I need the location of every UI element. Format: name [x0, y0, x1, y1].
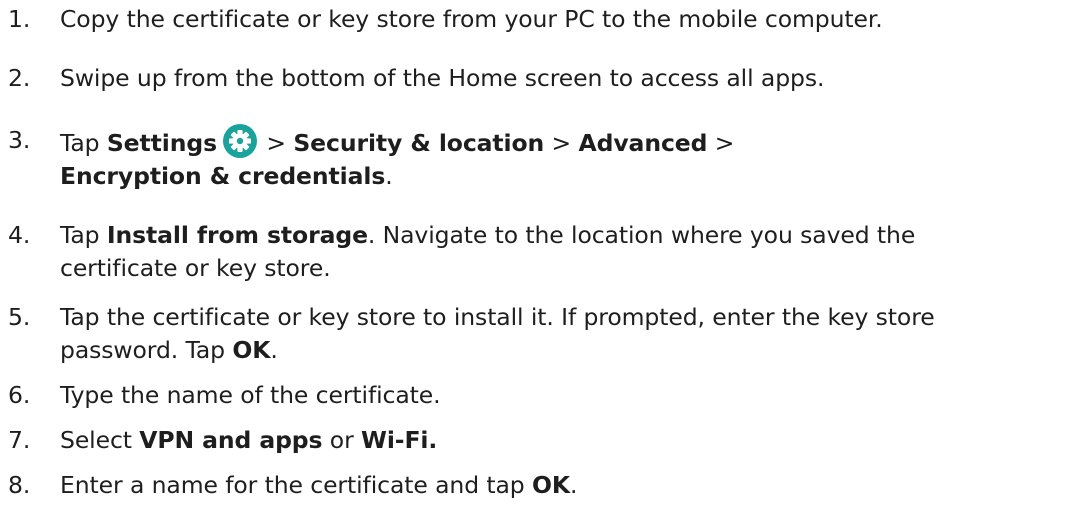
step-text: Enter a name for the certificate and tap [60, 471, 532, 499]
advanced-label: Advanced [578, 129, 708, 157]
step-body: Tap Install from storage. Navigate to th… [60, 219, 915, 285]
encryption-credentials-label: Encryption & credentials [60, 162, 386, 190]
step-number: 4. [8, 221, 31, 249]
step-number: 6. [8, 381, 31, 409]
select-text: Select [60, 426, 140, 454]
period: . [270, 336, 278, 364]
instruction-list: 1. Copy the certificate or key store fro… [0, 0, 1079, 518]
period: . [385, 162, 393, 190]
or-text: or [322, 426, 362, 454]
step-number: 5. [8, 303, 31, 331]
step-text: . Navigate to the location where you sav… [367, 221, 916, 249]
step-number: 3. [8, 126, 31, 154]
step-text: Type the name of the certificate. [60, 381, 441, 409]
install-from-storage-label: Install from storage [106, 221, 368, 249]
step-line-2: password. Tap OK. [60, 334, 935, 367]
security-location-label: Security & location [293, 129, 545, 157]
step-line-1: Tap Install from storage. Navigate to th… [60, 219, 915, 252]
vpn-and-apps-label: VPN and apps [139, 426, 323, 454]
tap-text: Tap [60, 221, 107, 249]
settings-label: Settings [106, 129, 217, 157]
ok-label: OK [232, 336, 271, 364]
step-number: 7. [8, 426, 31, 454]
wifi-label: Wi-Fi. [361, 426, 438, 454]
step-line-1: Tap the certificate or key store to inst… [60, 303, 935, 331]
step-number: 8. [8, 471, 31, 499]
step-number: 1. [8, 5, 31, 33]
period: . [569, 471, 578, 499]
step-line-1: Tap Settings > Security & location > Adv… [60, 124, 734, 160]
step-line-2: Encryption & credentials. [60, 160, 734, 193]
separator: > [707, 129, 735, 157]
tap-text: Tap [60, 129, 107, 157]
step-body: Tap Settings > Security & location > Adv… [60, 124, 734, 193]
separator: > [259, 129, 294, 157]
step-text: password. Tap [60, 336, 233, 364]
ok-label: OK [531, 471, 570, 499]
step-body: Tap the certificate or key store to inst… [60, 301, 935, 367]
step-body: Enter a name for the certificate and tap… [60, 469, 577, 502]
step-text: Swipe up from the bottom of the Home scr… [60, 64, 825, 92]
step-text: Copy the certificate or key store from y… [60, 5, 883, 33]
step-line-2: certificate or key store. [60, 254, 331, 282]
separator: > [544, 129, 579, 157]
step-body: Select VPN and apps or Wi-Fi. [60, 424, 437, 457]
gear-icon [223, 124, 257, 158]
step-number: 2. [8, 64, 31, 92]
